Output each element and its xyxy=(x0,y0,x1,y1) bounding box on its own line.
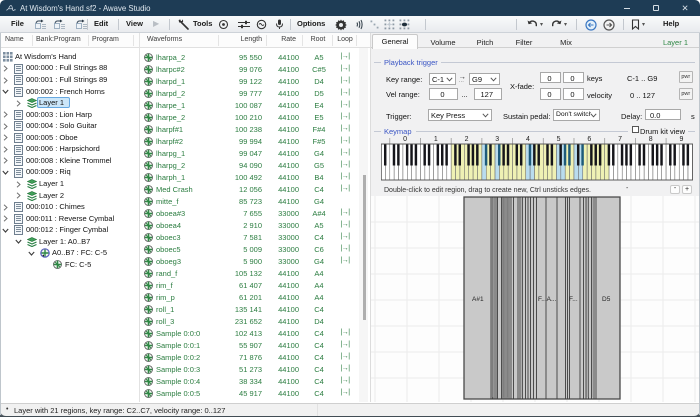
svg-text:A#1: A#1 xyxy=(472,296,484,303)
svg-text:D5: D5 xyxy=(602,296,611,303)
svg-text:F...: F... xyxy=(569,296,578,303)
svg-text:F...A...: F...A... xyxy=(538,296,557,303)
